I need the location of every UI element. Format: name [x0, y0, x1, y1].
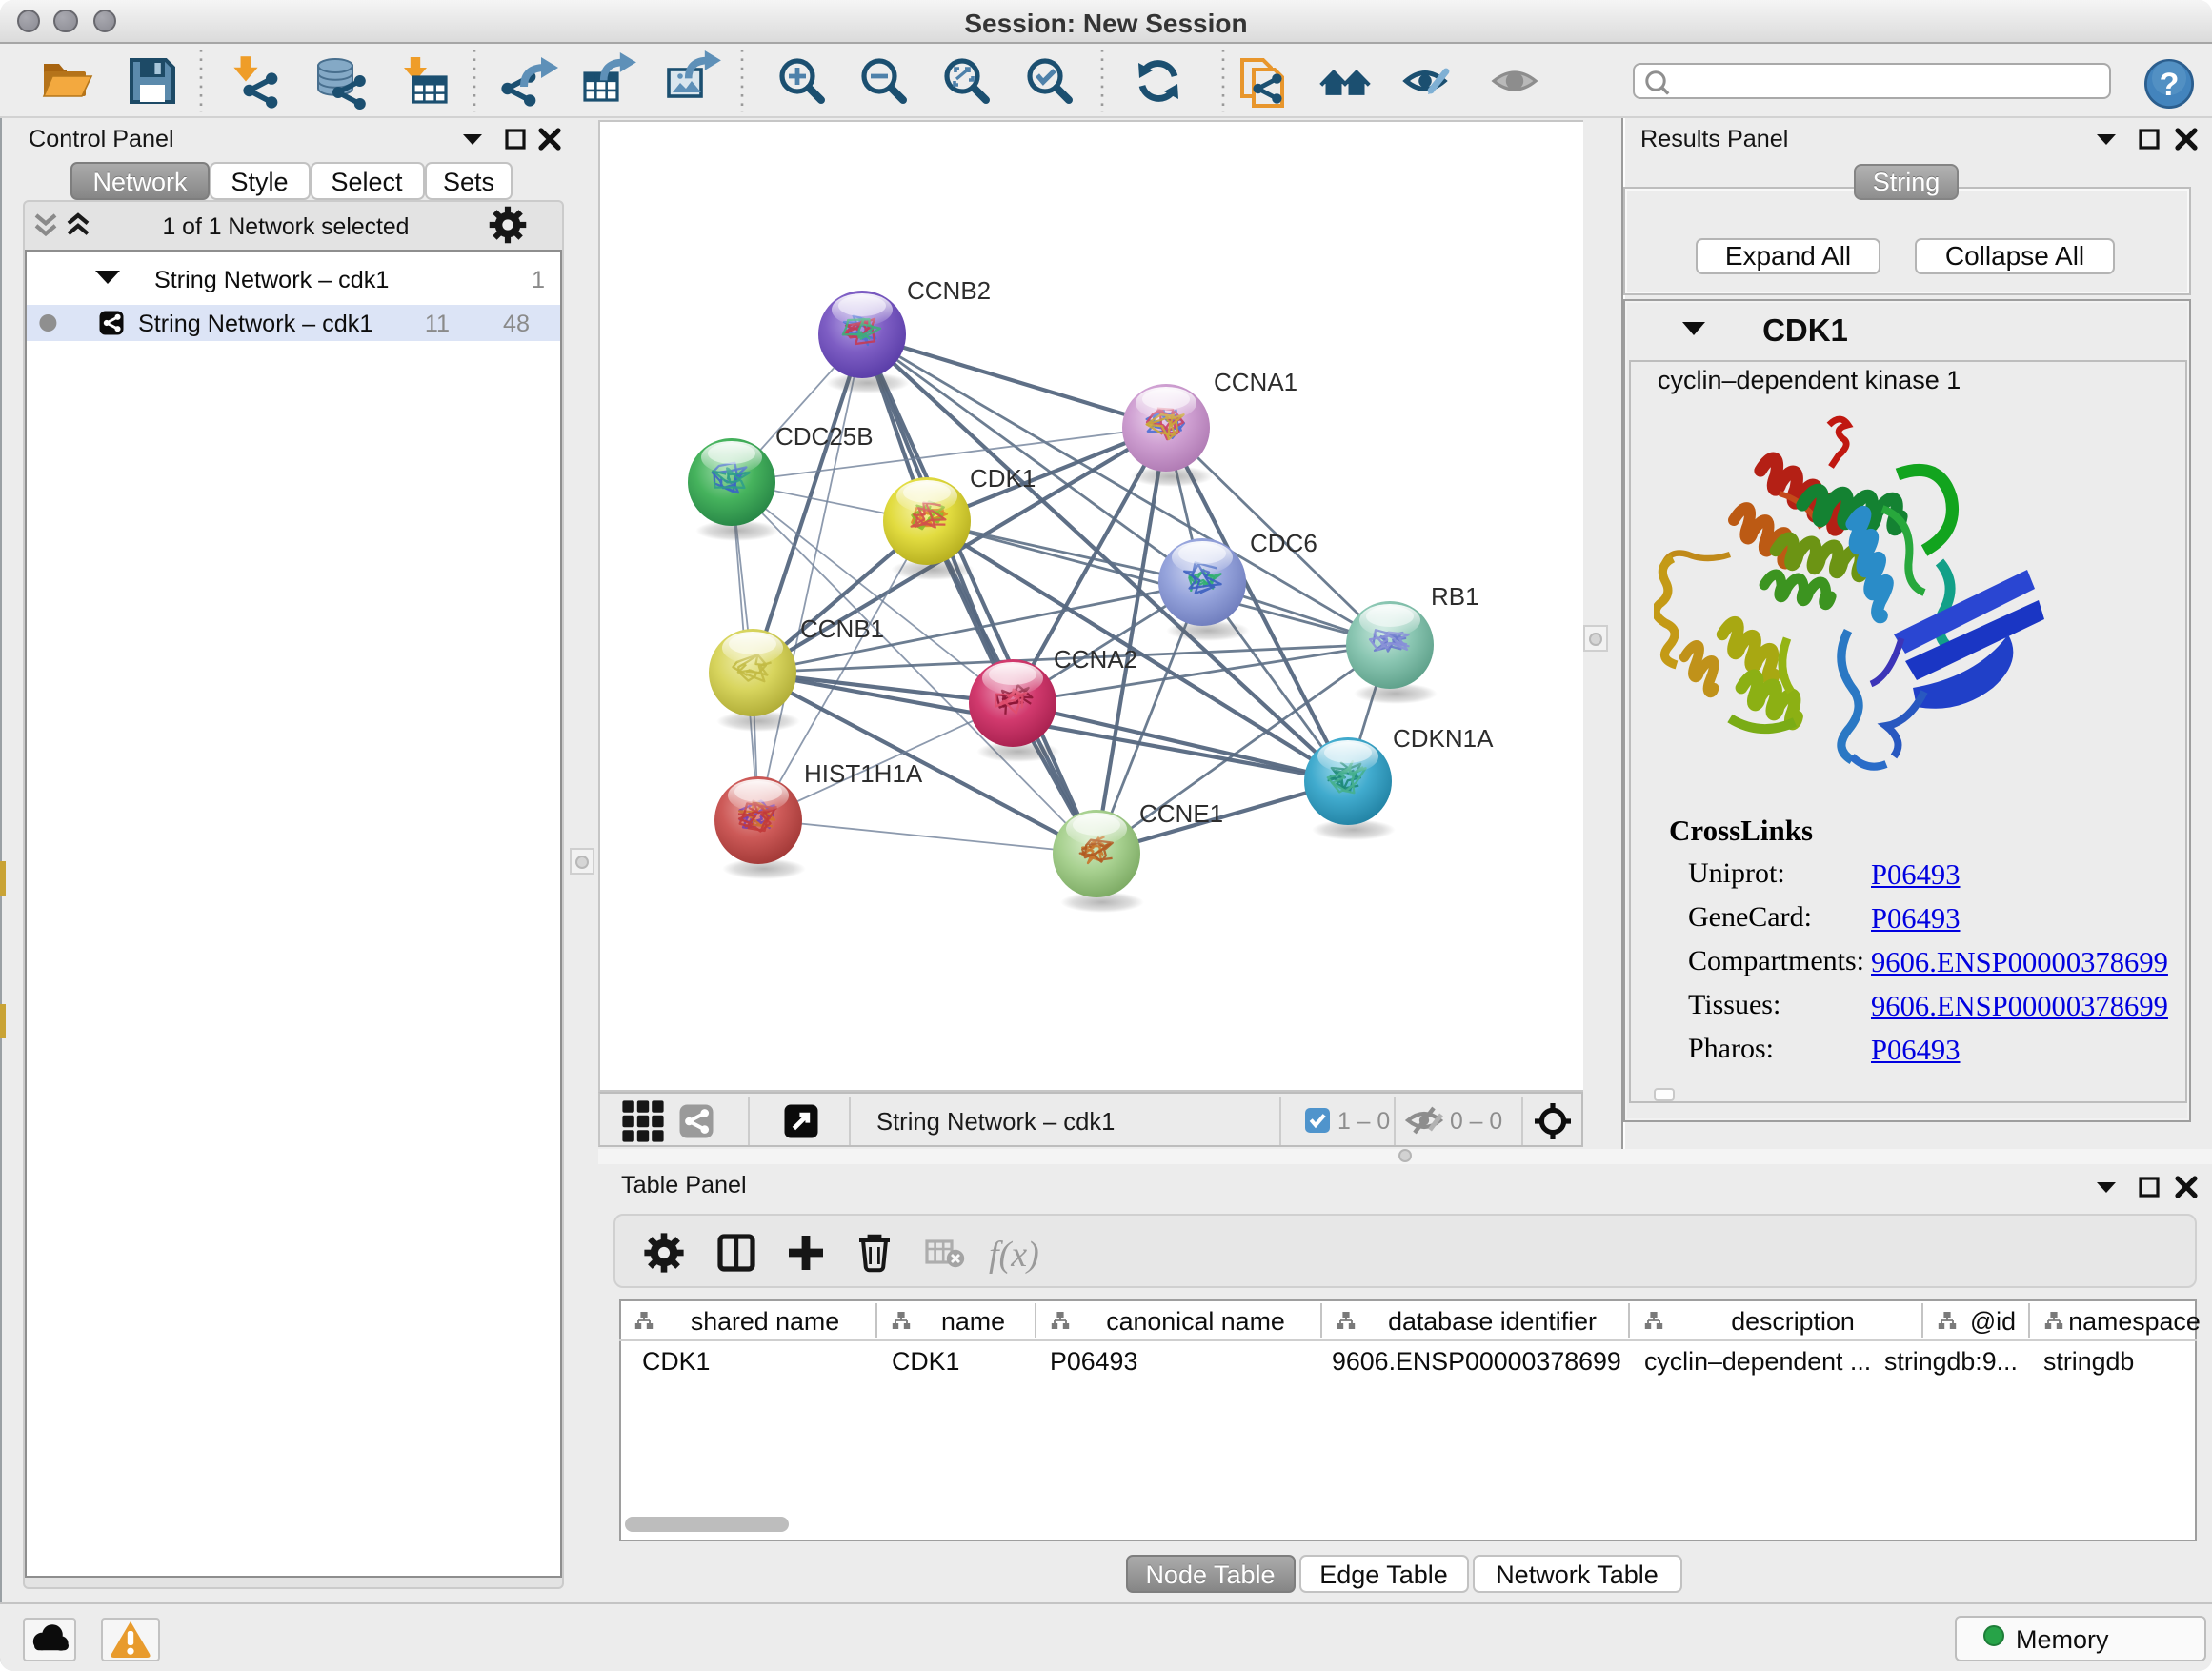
svg-text:CCNA2: CCNA2: [1054, 644, 1137, 673]
svg-text:CDK1: CDK1: [970, 463, 1036, 492]
svg-text:CCNE1: CCNE1: [1139, 798, 1223, 827]
svg-text:String Network – cdk1: String Network – cdk1: [876, 1109, 1115, 1136]
svg-text:CCNA1: CCNA1: [1214, 367, 1297, 395]
svg-text:CCNB2: CCNB2: [907, 275, 991, 304]
svg-text:CCNB1: CCNB1: [800, 614, 884, 642]
svg-text:?: ?: [2160, 67, 2180, 103]
svg-text:0 – 0: 0 – 0: [1450, 1109, 1502, 1135]
svg-text:CDC6: CDC6: [1250, 528, 1317, 556]
svg-text:RB1: RB1: [1431, 581, 1479, 610]
svg-text:1 – 0: 1 – 0: [1337, 1109, 1390, 1135]
svg-text:HIST1H1A: HIST1H1A: [804, 758, 923, 787]
svg-text:CDKN1A: CDKN1A: [1393, 723, 1494, 752]
svg-text:CDC25B: CDC25B: [775, 421, 874, 450]
svg-text:f(x): f(x): [988, 1235, 1038, 1275]
